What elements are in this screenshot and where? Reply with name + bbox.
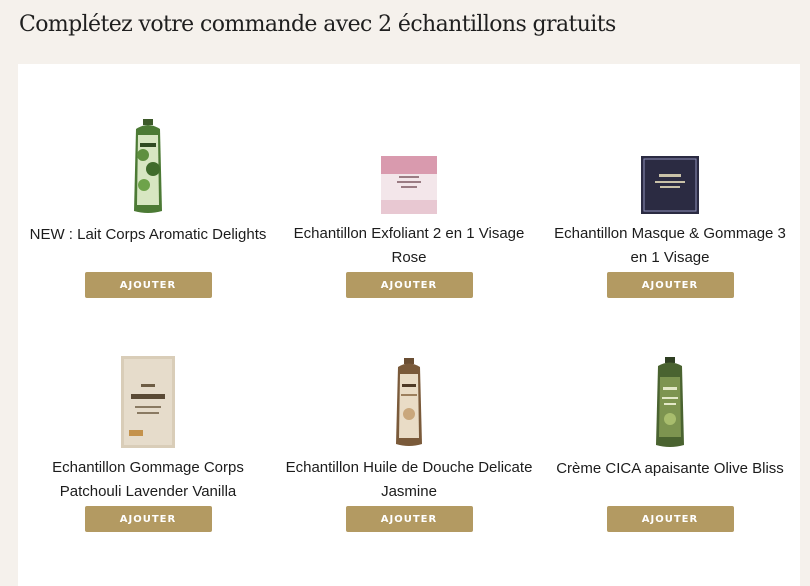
product-image[interactable] — [329, 336, 489, 448]
add-sample-button[interactable]: AJOUTER — [84, 272, 212, 298]
sachet-icon — [121, 356, 175, 449]
product-name: Echantillon Exfoliant 2 en 1 Visage Rose — [293, 225, 525, 267]
product-grid: NEW : Lait Corps Aromatic Delights AJOUT… — [18, 64, 800, 586]
product-name: Echantillon Masque & Gommage 3 en 1 Visa… — [554, 225, 786, 267]
product-image[interactable] — [590, 336, 750, 449]
product-name: Crème CICA apaisante Olive Bliss — [556, 459, 784, 477]
add-sample-button[interactable]: AJOUTER — [606, 506, 734, 532]
bottle-icon — [134, 118, 162, 213]
sachet-icon — [381, 156, 437, 215]
add-sample-button[interactable]: AJOUTER — [84, 506, 212, 532]
add-sample-button[interactable]: AJOUTER — [345, 506, 473, 532]
product-name: NEW : Lait Corps Aromatic Delights — [29, 225, 267, 243]
page-title: Complétez votre commande avec 2 échantil… — [19, 12, 616, 37]
product-card: Echantillon Huile de Douche Delicate Jas… — [279, 298, 539, 532]
product-name: Echantillon Huile de Douche Delicate Jas… — [285, 459, 533, 501]
product-name: Echantillon Gommage Corps Patchouli Lave… — [52, 459, 244, 501]
product-card: Crème CICA apaisante Olive Bliss AJOUTER — [540, 298, 800, 532]
product-image[interactable] — [329, 102, 489, 215]
add-sample-button[interactable]: AJOUTER — [345, 272, 473, 298]
bottle-icon — [656, 356, 684, 447]
product-image[interactable] — [68, 336, 228, 449]
product-card: Echantillon Masque & Gommage 3 en 1 Visa… — [540, 64, 800, 298]
product-image[interactable] — [590, 102, 750, 215]
samples-panel: NEW : Lait Corps Aromatic Delights AJOUT… — [18, 64, 800, 586]
product-image[interactable] — [68, 102, 228, 215]
sachet-icon — [641, 156, 699, 215]
product-card: Echantillon Exfoliant 2 en 1 Visage Rose… — [279, 64, 539, 298]
bottle-icon — [396, 358, 422, 447]
product-card: NEW : Lait Corps Aromatic Delights AJOUT… — [18, 64, 278, 298]
product-card: Echantillon Gommage Corps Patchouli Lave… — [18, 298, 278, 532]
add-sample-button[interactable]: AJOUTER — [606, 272, 734, 298]
